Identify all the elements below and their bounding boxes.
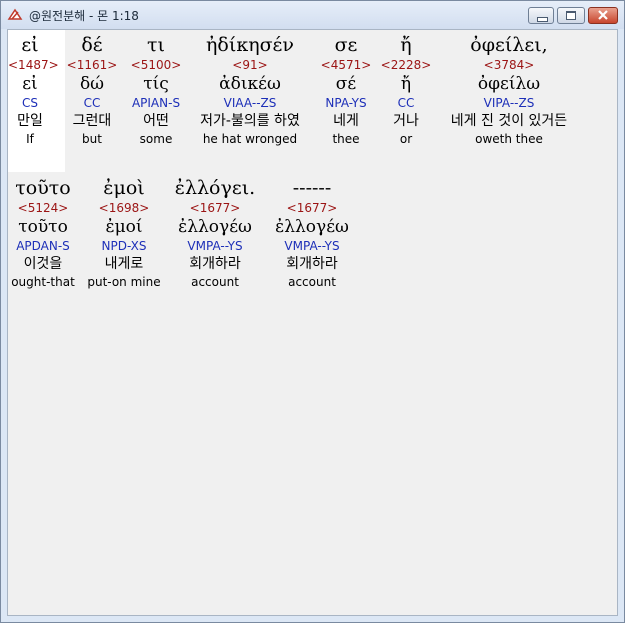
english-gloss: put-on mine [87, 275, 161, 289]
parsing-code: CC [397, 96, 415, 110]
parsing-code: APIAN-S [131, 96, 181, 110]
strongs-number: <91> [232, 58, 268, 72]
lemma: δώ [79, 74, 105, 94]
greek-word: δέ [81, 34, 103, 56]
english-gloss: account [288, 275, 336, 289]
greek-word: εἰ [21, 34, 39, 56]
parsing-code: CC [83, 96, 101, 110]
word-block[interactable]: δέ <1161> δώ CC 그런대 but [65, 33, 119, 147]
strongs-number: <5100> [130, 58, 182, 72]
parsing-code: NPD-XS [101, 239, 147, 253]
strongs-number: <1677> [189, 201, 241, 215]
korean-gloss: 저가-불의를 하였 [200, 113, 300, 129]
korean-gloss: 내게로 [104, 256, 144, 272]
korean-gloss: 만일 [17, 113, 43, 129]
english-gloss: some [139, 132, 173, 146]
maximize-button[interactable] [557, 7, 585, 24]
title-bar[interactable]: @원전분해 - 몬 1:18 [1, 1, 624, 29]
word-block[interactable]: ἐλλόγει. <1677> ἐλλογέω VMPA--YS 회개하라 ac… [168, 176, 262, 290]
english-gloss: or [399, 132, 413, 146]
lemma: ἀδικέω [219, 74, 281, 94]
lemma: σέ [335, 74, 357, 94]
strongs-number: <1698> [98, 201, 150, 215]
english-gloss: If [26, 132, 34, 146]
greek-word: ------ [292, 177, 332, 199]
minimize-button[interactable] [528, 7, 554, 24]
greek-word: ἤ [400, 34, 412, 56]
greek-word: τοῦτο [15, 177, 71, 199]
app-icon [7, 7, 23, 23]
lemma: ἐλλογέω [275, 217, 349, 237]
word-block[interactable]: τοῦτο <5124> τοῦτο APDAN-S 이것을 ought-tha… [8, 176, 78, 290]
interlinear-panel: εἰ <1487> εἰ CS 만일 If δέ <1161> δώ CC 그런… [7, 29, 618, 616]
greek-word: ἐμοὶ [103, 177, 145, 199]
lemma: ἐλλογέω [178, 217, 252, 237]
lemma: εἰ [22, 74, 38, 94]
parsing-code: VMPA--YS [187, 239, 243, 253]
strongs-number: <1161> [66, 58, 118, 72]
minimize-icon [537, 17, 548, 22]
strongs-number: <3784> [483, 58, 535, 72]
close-icon [598, 10, 608, 20]
korean-gloss: 어떤 [143, 113, 169, 129]
korean-gloss: 그런대 [72, 113, 112, 129]
greek-word: ὀφείλει, [470, 34, 548, 56]
lemma: τοῦτο [18, 217, 68, 237]
parsing-code: VIPA--ZS [483, 96, 535, 110]
app-window: @원전분해 - 몬 1:18 εἰ <1487> εἰ CS 만일 If δέ … [0, 0, 625, 623]
greek-word: τι [147, 34, 165, 56]
window-title: @원전분해 - 몬 1:18 [29, 9, 139, 23]
lemma: ἤ [400, 74, 412, 94]
word-block[interactable]: ἐμοὶ <1698> ἐμοί NPD-XS 내게로 put-on mine [86, 176, 162, 290]
strongs-number: <1677> [286, 201, 338, 215]
strongs-number: <2228> [380, 58, 432, 72]
english-gloss: he hat wronged [202, 132, 298, 146]
word-block[interactable]: ὀφείλει, <3784> ὀφείλω VIPA--ZS 네게 진 것이 … [436, 33, 582, 147]
parsing-code: APDAN-S [16, 239, 70, 253]
korean-gloss: 이것을 [23, 256, 63, 272]
word-block[interactable]: ------ <1677> ἐλλογέω VMPA--YS 회개하라 acco… [266, 176, 358, 290]
english-gloss: thee [332, 132, 360, 146]
strongs-number: <1487> [8, 58, 59, 72]
word-block[interactable]: ἤ <2228> ἤ CC 거나 or [380, 33, 432, 147]
strongs-number: <5124> [17, 201, 69, 215]
word-block[interactable]: σε <4571> σέ NPA-YS 네게 thee [316, 33, 376, 147]
korean-gloss: 회개하라 [286, 256, 338, 272]
maximize-icon [566, 11, 576, 20]
greek-word: ἐλλόγει. [174, 177, 256, 199]
korean-gloss: 회개하라 [189, 256, 241, 272]
parsing-code: CS [22, 96, 38, 110]
word-block[interactable]: ἠδίκησέν <91> ἀδικέω VIAA--ZS 저가-불의를 하였 … [195, 33, 305, 147]
parsing-code: VMPA--YS [284, 239, 340, 253]
close-button[interactable] [588, 7, 618, 24]
lemma: ἐμοί [105, 217, 143, 237]
strongs-number: <4571> [320, 58, 372, 72]
greek-word: ἠδίκησέν [206, 34, 294, 56]
greek-word: σε [334, 34, 358, 56]
english-gloss: account [191, 275, 239, 289]
parsing-code: NPA-YS [325, 96, 367, 110]
word-block[interactable]: εἰ <1487> εἰ CS 만일 If [8, 33, 59, 147]
english-gloss: oweth thee [475, 132, 543, 146]
lemma: ὀφείλω [477, 74, 541, 94]
korean-gloss: 네게 진 것이 있거든 [450, 113, 568, 129]
korean-gloss: 네게 [333, 113, 359, 129]
lemma: τίς [143, 74, 169, 94]
english-gloss: ought-that [11, 275, 75, 289]
parsing-code: VIAA--ZS [223, 96, 277, 110]
word-block[interactable]: τι <5100> τίς APIAN-S 어떤 some [126, 33, 186, 147]
korean-gloss: 거나 [393, 113, 419, 129]
english-gloss: but [82, 132, 102, 146]
